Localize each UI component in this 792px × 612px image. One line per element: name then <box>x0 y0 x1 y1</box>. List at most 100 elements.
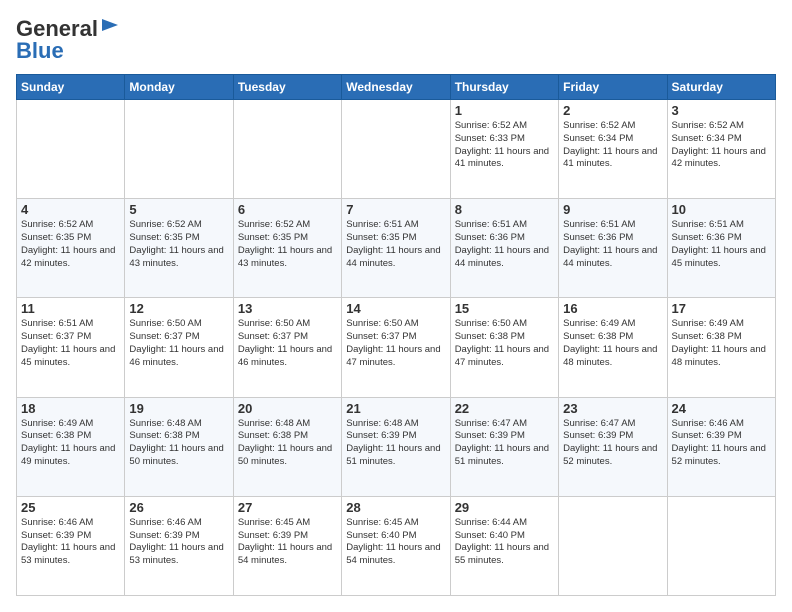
day-cell: 25 Sunrise: 6:46 AMSunset: 6:39 PMDayligh… <box>17 496 125 595</box>
day-info: Sunrise: 6:46 AMSunset: 6:39 PMDaylight:… <box>129 517 228 568</box>
col-header-tuesday: Tuesday <box>233 75 341 100</box>
day-cell: 14 Sunrise: 6:50 AMSunset: 6:37 PMDayligh… <box>342 298 450 397</box>
calendar-header-row: SundayMondayTuesdayWednesdayThursdayFrid… <box>17 75 776 100</box>
day-cell: 17Sunrise: 6:49 AMSunset: 6:38 PMDayligh… <box>667 298 775 397</box>
day-info: Sunrise: 6:44 AMSunset: 6:40 PMDaylight:… <box>455 517 554 568</box>
day-info: Sunrise: 6:48 AMSunset: 6:38 PMDaylight:… <box>129 418 228 469</box>
day-number: 8 <box>455 202 554 217</box>
header: General Blue <box>16 16 776 64</box>
week-row-4: 25 Sunrise: 6:46 AMSunset: 6:39 PMDayligh… <box>17 496 776 595</box>
day-info: Sunrise: 6:49 AMSunset: 6:38 PMDaylight:… <box>563 318 662 369</box>
week-row-2: 11Sunrise: 6:51 AMSunset: 6:37 PMDayligh… <box>17 298 776 397</box>
day-cell: 2Sunrise: 6:52 AMSunset: 6:34 PMDaylight… <box>559 100 667 199</box>
day-cell: 1 Sunrise: 6:52 AMSunset: 6:33 PMDaylight… <box>450 100 558 199</box>
day-cell: 10 Sunrise: 6:51 AMSunset: 6:36 PMDayligh… <box>667 199 775 298</box>
col-header-sunday: Sunday <box>17 75 125 100</box>
day-cell: 6 Sunrise: 6:52 AMSunset: 6:35 PMDaylight… <box>233 199 341 298</box>
day-number: 26 <box>129 500 228 515</box>
day-cell: 11Sunrise: 6:51 AMSunset: 6:37 PMDayligh… <box>17 298 125 397</box>
calendar: SundayMondayTuesdayWednesdayThursdayFrid… <box>16 74 776 596</box>
day-cell: 12 Sunrise: 6:50 AMSunset: 6:37 PMDayligh… <box>125 298 233 397</box>
day-number: 20 <box>238 401 337 416</box>
day-number: 1 <box>455 103 554 118</box>
day-info: Sunrise: 6:48 AMSunset: 6:39 PMDaylight:… <box>346 418 445 469</box>
logo: General Blue <box>16 16 120 64</box>
day-number: 19 <box>129 401 228 416</box>
day-number: 2 <box>563 103 662 118</box>
day-info: Sunrise: 6:52 AMSunset: 6:35 PMDaylight:… <box>21 219 120 270</box>
day-cell: 5 Sunrise: 6:52 AMSunset: 6:35 PMDaylight… <box>125 199 233 298</box>
day-cell: 19 Sunrise: 6:48 AMSunset: 6:38 PMDayligh… <box>125 397 233 496</box>
day-info: Sunrise: 6:48 AMSunset: 6:38 PMDaylight:… <box>238 418 337 469</box>
page: General Blue SundayMondayTuesdayWednesda… <box>0 0 792 612</box>
day-number: 24 <box>672 401 771 416</box>
day-number: 27 <box>238 500 337 515</box>
col-header-monday: Monday <box>125 75 233 100</box>
day-info: Sunrise: 6:50 AMSunset: 6:37 PMDaylight:… <box>129 318 228 369</box>
day-number: 29 <box>455 500 554 515</box>
day-cell <box>125 100 233 199</box>
day-number: 25 <box>21 500 120 515</box>
day-number: 4 <box>21 202 120 217</box>
day-info: Sunrise: 6:51 AMSunset: 6:37 PMDaylight:… <box>21 318 120 369</box>
day-info: Sunrise: 6:50 AMSunset: 6:37 PMDaylight:… <box>346 318 445 369</box>
day-info: Sunrise: 6:50 AMSunset: 6:37 PMDaylight:… <box>238 318 337 369</box>
col-header-wednesday: Wednesday <box>342 75 450 100</box>
day-info: Sunrise: 6:51 AMSunset: 6:36 PMDaylight:… <box>672 219 771 270</box>
day-cell <box>667 496 775 595</box>
col-header-thursday: Thursday <box>450 75 558 100</box>
day-info: Sunrise: 6:52 AMSunset: 6:34 PMDaylight:… <box>672 120 771 171</box>
day-info: Sunrise: 6:49 AMSunset: 6:38 PMDaylight:… <box>21 418 120 469</box>
day-number: 16 <box>563 301 662 316</box>
day-cell: 20 Sunrise: 6:48 AMSunset: 6:38 PMDayligh… <box>233 397 341 496</box>
day-info: Sunrise: 6:51 AMSunset: 6:36 PMDaylight:… <box>563 219 662 270</box>
day-number: 13 <box>238 301 337 316</box>
day-cell: 18 Sunrise: 6:49 AMSunset: 6:38 PMDayligh… <box>17 397 125 496</box>
day-number: 23 <box>563 401 662 416</box>
day-number: 9 <box>563 202 662 217</box>
day-cell: 15 Sunrise: 6:50 AMSunset: 6:38 PMDayligh… <box>450 298 558 397</box>
day-cell: 29 Sunrise: 6:44 AMSunset: 6:40 PMDayligh… <box>450 496 558 595</box>
day-number: 22 <box>455 401 554 416</box>
day-cell: 23Sunrise: 6:47 AMSunset: 6:39 PMDayligh… <box>559 397 667 496</box>
day-info: Sunrise: 6:51 AMSunset: 6:36 PMDaylight:… <box>455 219 554 270</box>
col-header-saturday: Saturday <box>667 75 775 100</box>
day-cell: 7Sunrise: 6:51 AMSunset: 6:35 PMDaylight… <box>342 199 450 298</box>
week-row-3: 18 Sunrise: 6:49 AMSunset: 6:38 PMDayligh… <box>17 397 776 496</box>
day-info: Sunrise: 6:46 AMSunset: 6:39 PMDaylight:… <box>21 517 120 568</box>
day-number: 28 <box>346 500 445 515</box>
day-cell: 24 Sunrise: 6:46 AMSunset: 6:39 PMDayligh… <box>667 397 775 496</box>
day-info: Sunrise: 6:52 AMSunset: 6:33 PMDaylight:… <box>455 120 554 171</box>
day-cell: 13 Sunrise: 6:50 AMSunset: 6:37 PMDayligh… <box>233 298 341 397</box>
day-number: 14 <box>346 301 445 316</box>
day-number: 15 <box>455 301 554 316</box>
day-cell: 8 Sunrise: 6:51 AMSunset: 6:36 PMDaylight… <box>450 199 558 298</box>
day-cell: 3 Sunrise: 6:52 AMSunset: 6:34 PMDaylight… <box>667 100 775 199</box>
day-cell <box>342 100 450 199</box>
day-cell <box>17 100 125 199</box>
day-number: 3 <box>672 103 771 118</box>
day-cell: 9 Sunrise: 6:51 AMSunset: 6:36 PMDaylight… <box>559 199 667 298</box>
day-info: Sunrise: 6:50 AMSunset: 6:38 PMDaylight:… <box>455 318 554 369</box>
day-number: 5 <box>129 202 228 217</box>
day-cell: 26 Sunrise: 6:46 AMSunset: 6:39 PMDayligh… <box>125 496 233 595</box>
day-cell: 4 Sunrise: 6:52 AMSunset: 6:35 PMDaylight… <box>17 199 125 298</box>
day-number: 10 <box>672 202 771 217</box>
day-info: Sunrise: 6:52 AMSunset: 6:35 PMDaylight:… <box>129 219 228 270</box>
logo-flag-icon <box>100 17 120 37</box>
day-info: Sunrise: 6:45 AMSunset: 6:39 PMDaylight:… <box>238 517 337 568</box>
day-cell: 27 Sunrise: 6:45 AMSunset: 6:39 PMDayligh… <box>233 496 341 595</box>
day-cell: 28 Sunrise: 6:45 AMSunset: 6:40 PMDayligh… <box>342 496 450 595</box>
col-header-friday: Friday <box>559 75 667 100</box>
day-info: Sunrise: 6:46 AMSunset: 6:39 PMDaylight:… <box>672 418 771 469</box>
day-number: 6 <box>238 202 337 217</box>
day-number: 17 <box>672 301 771 316</box>
day-info: Sunrise: 6:45 AMSunset: 6:40 PMDaylight:… <box>346 517 445 568</box>
day-info: Sunrise: 6:51 AMSunset: 6:35 PMDaylight:… <box>346 219 445 270</box>
day-cell: 21 Sunrise: 6:48 AMSunset: 6:39 PMDayligh… <box>342 397 450 496</box>
day-number: 18 <box>21 401 120 416</box>
day-info: Sunrise: 6:52 AMSunset: 6:35 PMDaylight:… <box>238 219 337 270</box>
day-number: 21 <box>346 401 445 416</box>
day-number: 12 <box>129 301 228 316</box>
day-info: Sunrise: 6:47 AMSunset: 6:39 PMDaylight:… <box>455 418 554 469</box>
